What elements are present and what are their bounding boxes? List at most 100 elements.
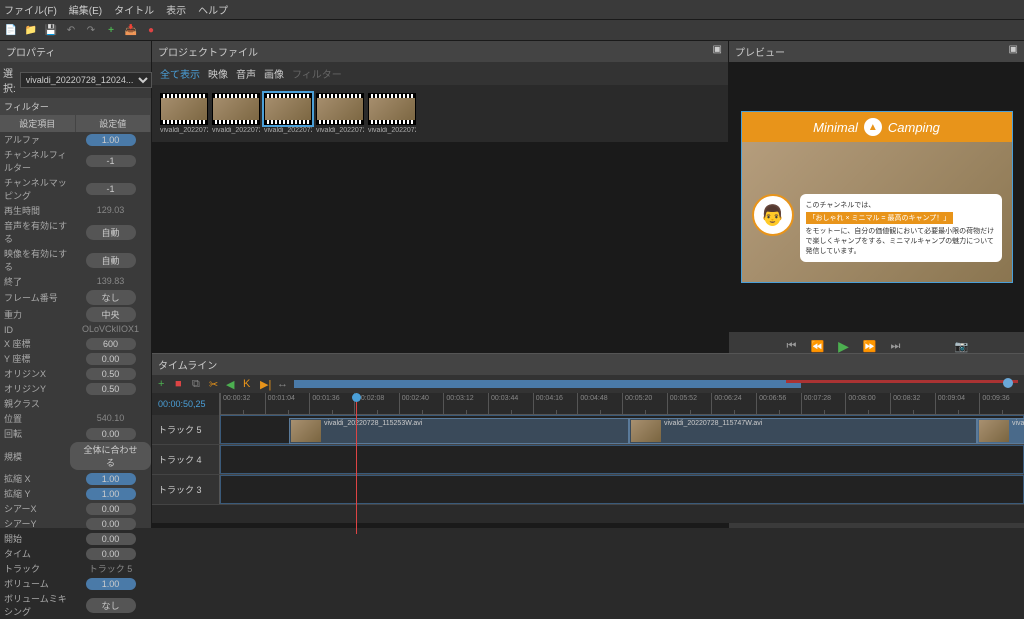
next-icon[interactable]: ▶|: [260, 378, 272, 390]
redo-icon[interactable]: ↷: [84, 23, 98, 37]
ruler-tick: 00:06:56: [756, 393, 801, 414]
prop-value[interactable]: 1.00: [70, 488, 151, 500]
prop-row: 拡縮 X1.00: [0, 471, 151, 486]
cut-icon[interactable]: ✂: [209, 378, 221, 390]
prop-value[interactable]: 0.00: [70, 548, 151, 560]
clip[interactable]: vivaldi_20220728_115253W.avi: [289, 418, 629, 444]
export-icon[interactable]: ●: [144, 23, 158, 37]
clip[interactable]: vivaldi_20220728_115747W.avi: [629, 418, 977, 444]
close-icon[interactable]: ▣: [713, 44, 722, 59]
thumbnail[interactable]: vivaldi_2022072...: [264, 93, 312, 134]
prop-value[interactable]: なし: [70, 290, 151, 305]
prop-label: 拡縮 X: [0, 472, 70, 485]
ruler-tick: 00:02:40: [399, 393, 444, 414]
prop-label: オリジンY: [0, 382, 70, 395]
prop-value[interactable]: なし: [70, 598, 151, 613]
menu-file[interactable]: ファイル(F): [4, 2, 57, 17]
record-icon[interactable]: ■: [175, 378, 187, 390]
skip-end-icon[interactable]: ⏭: [888, 338, 904, 354]
ruler-tick: 00:01:36: [309, 393, 354, 414]
prop-label: 終了: [0, 275, 70, 288]
avatar-icon: 👨: [752, 194, 794, 236]
skip-start-icon[interactable]: ⏮: [784, 338, 800, 354]
thumbnail[interactable]: vivaldi_2022072...: [316, 93, 364, 134]
preview-frame[interactable]: Minimal ▲ Camping 👨 このチャンネルでは、 「おしゃれ × ミ…: [742, 112, 1012, 282]
project-tabs: 全て表示 映像 音声 画像 フィルター: [152, 62, 728, 85]
play-icon[interactable]: ▶: [836, 338, 852, 354]
prop-value[interactable]: -1: [70, 155, 151, 167]
prop-value[interactable]: -1: [70, 183, 151, 195]
timeline-panel: タイムライン + ■ ⧉ ✂ ◀ K ▶| ↔ 00:00:50,25 00:0…: [152, 353, 1024, 523]
menu-edit[interactable]: 編集(E): [69, 2, 102, 17]
thumbnail[interactable]: vivaldi_2022072...: [368, 93, 416, 134]
select-label: 選択:: [3, 65, 16, 95]
prop-value[interactable]: 129.03: [70, 205, 151, 216]
clip-selected[interactable]: vivaldi_20220728_1: [977, 418, 1024, 444]
tab-image[interactable]: 画像: [264, 66, 284, 81]
prop-value[interactable]: 0.00: [70, 503, 151, 515]
rewind-icon[interactable]: ⏪: [810, 338, 826, 354]
close-icon[interactable]: ▣: [1009, 44, 1018, 59]
add-track-icon[interactable]: +: [158, 378, 170, 390]
properties-header: プロパティ: [0, 41, 151, 62]
prop-value[interactable]: 0.00: [70, 353, 151, 365]
tab-all[interactable]: 全て表示: [160, 66, 200, 81]
time-ruler[interactable]: 00:00:3200:01:0400:01:3600:02:0800:02:40…: [220, 393, 1024, 415]
menu-title[interactable]: タイトル: [114, 2, 154, 17]
prop-value[interactable]: 自動: [70, 225, 151, 240]
prop-value[interactable]: 自動: [70, 253, 151, 268]
main-toolbar: 📄 📁 💾 ↶ ↷ + 📥 ●: [0, 20, 1024, 41]
select-dropdown[interactable]: vivaldi_20220728_12024...: [20, 72, 152, 88]
prop-value[interactable]: 0.00: [70, 518, 151, 530]
prop-value[interactable]: 1.00: [70, 578, 151, 590]
prop-value[interactable]: 0.50: [70, 383, 151, 395]
prop-row: 開始0.00: [0, 531, 151, 546]
ruler-tick: 00:07:28: [801, 393, 846, 414]
prop-value[interactable]: OLoVCkIIOX1: [70, 324, 151, 335]
prop-value[interactable]: 600: [70, 338, 151, 350]
undo-icon[interactable]: ↶: [64, 23, 78, 37]
prop-value[interactable]: 0.50: [70, 368, 151, 380]
thumbnail[interactable]: vivaldi_2022072...: [212, 93, 260, 134]
forward-icon[interactable]: ⏩: [862, 338, 878, 354]
prop-row: アルファ1.00: [0, 132, 151, 147]
camera-icon[interactable]: 📷: [954, 338, 970, 354]
prop-value[interactable]: 139.83: [70, 276, 151, 287]
prop-value[interactable]: 全体に合わせる: [70, 442, 151, 470]
thumbnail[interactable]: vivaldi_2022072...: [160, 93, 208, 134]
prop-label: ID: [0, 325, 70, 335]
tab-filter[interactable]: フィルター: [292, 66, 342, 81]
prop-row: フレーム番号なし: [0, 289, 151, 306]
prop-value[interactable]: 0.00: [70, 533, 151, 545]
prop-row: 映像を有効にする自動: [0, 246, 151, 274]
snap-icon[interactable]: ⧉: [192, 378, 204, 390]
track-area[interactable]: [220, 445, 1024, 474]
menu-view[interactable]: 表示: [166, 2, 186, 17]
prop-value[interactable]: 中央: [70, 307, 151, 322]
marker-next-icon[interactable]: ↔: [277, 378, 289, 390]
ruler-tick: 00:05:52: [667, 393, 712, 414]
menu-help[interactable]: ヘルプ: [198, 2, 228, 17]
playhead[interactable]: [356, 393, 357, 534]
import-icon[interactable]: 📥: [124, 23, 138, 37]
prop-label: 音声を有効にする: [0, 219, 70, 245]
zoom-slider[interactable]: [294, 380, 1018, 388]
prop-value[interactable]: トラック 5: [70, 562, 151, 575]
prop-row: 重力中央: [0, 306, 151, 323]
open-icon[interactable]: 📁: [24, 23, 38, 37]
prop-value[interactable]: 540.10: [70, 413, 151, 424]
new-icon[interactable]: 📄: [4, 23, 18, 37]
prev-icon[interactable]: K: [243, 378, 255, 390]
prop-row: 再生時間129.03: [0, 203, 151, 218]
track-area[interactable]: vivaldi_20220728_115253W.avi vivaldi_202…: [220, 415, 1024, 444]
track-area[interactable]: [220, 475, 1024, 504]
tab-audio[interactable]: 音声: [236, 66, 256, 81]
prop-value[interactable]: 0.00: [70, 428, 151, 440]
prop-value[interactable]: 1.00: [70, 134, 151, 146]
timeline-header: タイムライン: [152, 354, 1024, 375]
tab-video[interactable]: 映像: [208, 66, 228, 81]
prop-value[interactable]: 1.00: [70, 473, 151, 485]
add-icon[interactable]: +: [104, 23, 118, 37]
marker-prev-icon[interactable]: ◀: [226, 378, 238, 390]
save-icon[interactable]: 💾: [44, 23, 58, 37]
